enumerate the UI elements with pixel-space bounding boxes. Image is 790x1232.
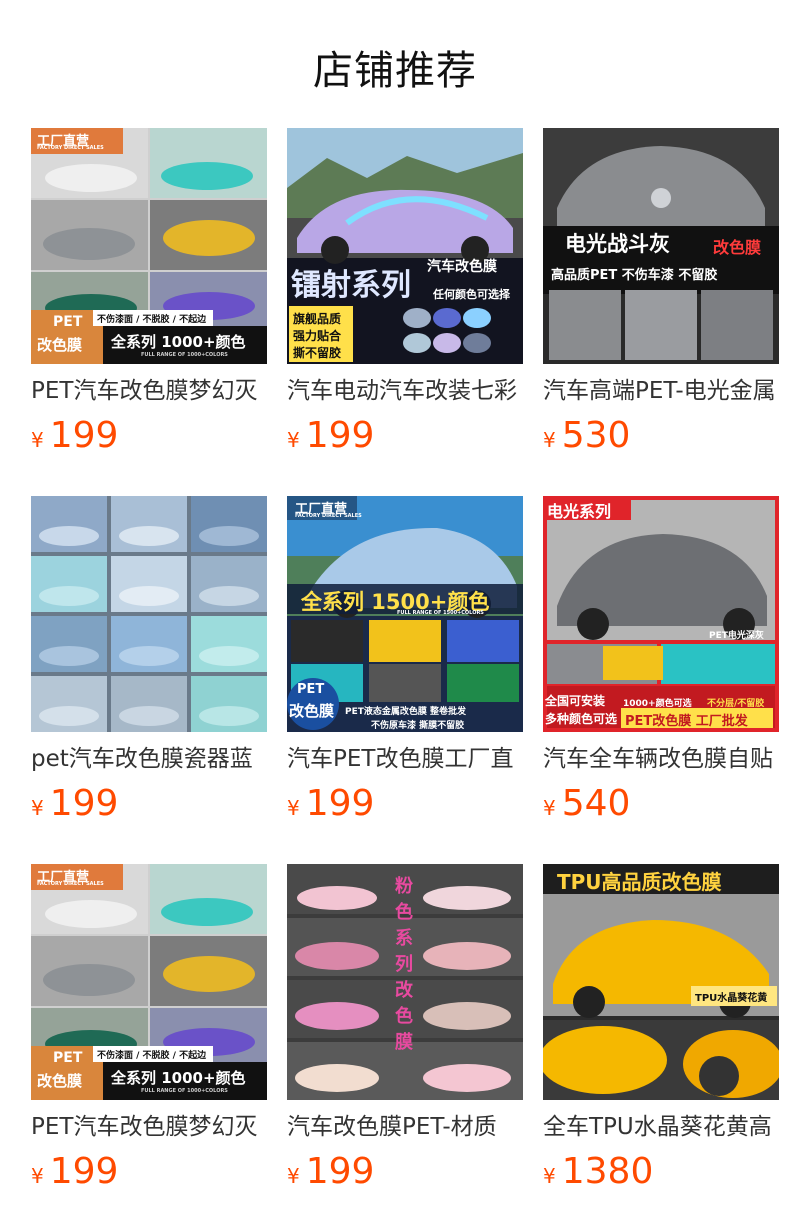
product-price: ¥199 [287, 782, 374, 826]
film-tag: TPU水晶葵花黄 [695, 993, 768, 1004]
price-value: 199 [49, 415, 119, 456]
any-color-text: 任何颜色可选择 [433, 288, 510, 301]
product-name[interactable]: 全车TPU水晶葵花黄高 [543, 1110, 779, 1144]
vertical-series-text: 粉色系列改色膜 [395, 876, 413, 1053]
product-price: ¥530 [543, 414, 630, 458]
currency-symbol: ¥ [543, 1164, 556, 1188]
laser-series-text: 镭射系列 [291, 268, 411, 303]
page-title: 店铺推荐 [313, 48, 477, 94]
product-image[interactable]: 工厂直营 FACTORY DIRECT SALES 全系列 1500+颜色 FU… [287, 496, 523, 732]
colors-text: 多种颜色可选 [545, 712, 618, 726]
colors-badge: 1000+颜色可选 [623, 699, 692, 709]
wholesale-badge: PET改色膜 工厂批发 [625, 714, 748, 729]
price-value: 1380 [561, 1151, 654, 1192]
price-value: 199 [49, 783, 119, 824]
series-fine: FULL RANGE OF 1000+COLORS [141, 352, 228, 358]
currency-symbol: ¥ [31, 428, 44, 452]
product-price: ¥199 [31, 782, 118, 826]
film-tag: 改色膜 [713, 238, 762, 257]
product-name[interactable]: 汽车全车辆改色膜自贴 [543, 742, 779, 776]
film-tag: PET电光深灰 [709, 631, 764, 641]
product-price: ¥199 [31, 414, 118, 458]
product-image[interactable]: 镭射系列 汽车改色膜 任何颜色可选择 旗舰品质 强力贴合 撕不留胶 [287, 128, 523, 364]
product-name[interactable]: 汽车改色膜PET-材质 [287, 1110, 523, 1144]
product-name[interactable]: 汽车PET改色膜工厂直 [287, 742, 523, 776]
badge-subtext: FACTORY DIRECT SALES [37, 881, 104, 887]
no-residue-badge: 不分层/不留胶 [707, 699, 765, 709]
wholesale-strip-2: 不伤原车漆 撕膜不留胶 [371, 721, 465, 731]
tag-film: 改色膜 [289, 702, 335, 720]
price-value: 199 [305, 415, 375, 456]
price-value: 199 [305, 783, 375, 824]
tag-pet: PET [53, 1050, 83, 1066]
product-price: ¥199 [287, 1150, 374, 1194]
install-text: 全国可安装 [545, 694, 606, 708]
side-title: 汽车改色膜 [427, 259, 497, 275]
product-price: ¥199 [31, 1150, 118, 1194]
series-text: 全系列 1000+颜色 [111, 333, 246, 351]
product-name[interactable]: PET汽车改色膜梦幻灭 [31, 1110, 267, 1144]
tag-flagship: 旗舰品质 [293, 312, 342, 326]
head-text: 电光系列 [547, 502, 612, 521]
product-image[interactable]: TPU高品质改色膜 TPU水晶葵花黄 [543, 864, 779, 1100]
series-text: 全系列 1000+颜色 [111, 1069, 246, 1087]
product-price: ¥199 [287, 414, 374, 458]
price-value: 199 [49, 1151, 119, 1192]
feature-strip: 不伤漆面 / 不脱胶 / 不起边 [97, 315, 207, 325]
price-value: 530 [561, 415, 631, 456]
product-image[interactable]: 粉色系列改色膜 [287, 864, 523, 1100]
price-value: 540 [561, 783, 631, 824]
wholesale-strip: PET液态金属改色膜 整卷批发 [345, 707, 467, 717]
series-fine: FULL RANGE OF 1500+COLORS [397, 610, 484, 616]
product-name[interactable]: pet汽车改色膜瓷器蓝 [31, 742, 267, 776]
tag-film: 改色膜 [37, 1072, 83, 1090]
tag-film: 改色膜 [37, 336, 83, 354]
product-price: ¥1380 [543, 1150, 653, 1194]
currency-symbol: ¥ [287, 796, 300, 820]
currency-symbol: ¥ [287, 428, 300, 452]
product-name[interactable]: PET汽车改色膜梦幻灭 [31, 374, 267, 408]
product-name[interactable]: 汽车电动汽车改装七彩 [287, 374, 523, 408]
series-fine: FULL RANGE OF 1000+COLORS [141, 1088, 228, 1094]
head-text: TPU高品质改色膜 [557, 870, 722, 894]
tag-no-residue: 撕不留胶 [293, 346, 342, 360]
tag-pet: PET [297, 682, 325, 697]
currency-symbol: ¥ [287, 1164, 300, 1188]
product-name[interactable]: 汽车高端PET-电光金属 [543, 374, 779, 408]
currency-symbol: ¥ [543, 796, 556, 820]
currency-symbol: ¥ [31, 1164, 44, 1188]
tag-adhesion: 强力贴合 [293, 329, 342, 343]
product-price: ¥540 [543, 782, 630, 826]
badge-subtext: FACTORY DIRECT SALES [295, 513, 362, 519]
feature-strip: 不伤漆面 / 不脱胶 / 不起边 [97, 1051, 207, 1061]
currency-symbol: ¥ [31, 796, 44, 820]
currency-symbol: ¥ [543, 428, 556, 452]
product-image[interactable]: 工厂直营 FACTORY DIRECT SALES PET 改色膜 不伤漆面 /… [31, 128, 267, 364]
product-image[interactable]: 工厂直营 FACTORY DIRECT SALES PET 改色膜 不伤漆面 /… [31, 864, 267, 1100]
price-value: 199 [305, 1151, 375, 1192]
tag-pet: PET [53, 314, 83, 330]
product-image[interactable]: 电光系列 PET电光深灰 全国可安装 多种颜色可选 1000+颜色可选 不分层/… [543, 496, 779, 732]
sub-text: 高品质PET 不伤车漆 不留胶 [551, 268, 718, 283]
product-image[interactable]: 电光战斗灰 改色膜 高品质PET 不伤车漆 不留胶 [543, 128, 779, 364]
badge-subtext: FACTORY DIRECT SALES [37, 145, 104, 151]
product-image[interactable] [31, 496, 267, 732]
head-text: 电光战斗灰 [565, 232, 670, 256]
